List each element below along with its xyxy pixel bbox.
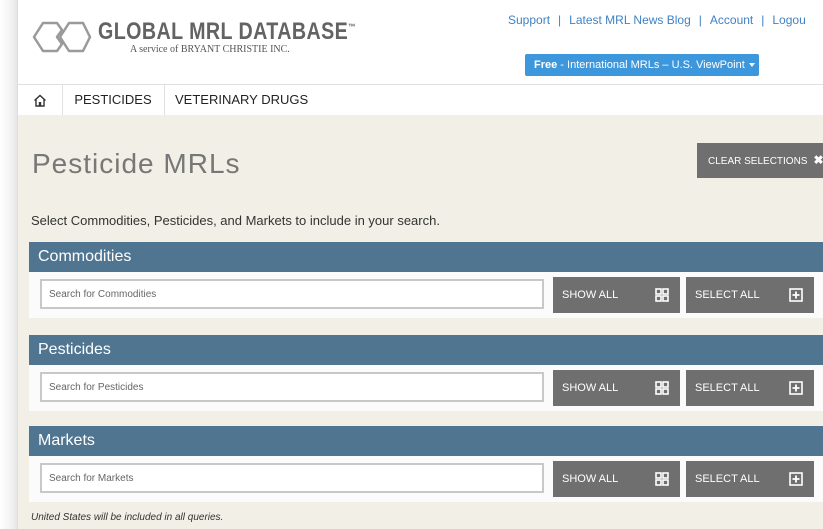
nav-home[interactable] — [18, 85, 63, 115]
window-frame: GLOBAL MRL DATABASE™ A service of BRYANT… — [0, 0, 823, 529]
pesticides-select-all-button[interactable]: SELECT ALL — [686, 370, 814, 406]
select-all-label: SELECT ALL — [695, 382, 760, 394]
support-link[interactable]: Support — [508, 13, 550, 27]
top-links: Support | Latest MRL News Blog | Account | Log… — [508, 13, 806, 27]
section-header-pesticides: Pesticides — [29, 335, 823, 365]
commodities-search-input[interactable] — [40, 279, 544, 309]
viewpoint-label: - International MRLs – U.S. ViewPoint — [557, 59, 745, 71]
commodities-show-all-button[interactable]: SHOW ALL — [553, 277, 680, 313]
markets-footnote: United States will be included in all qu… — [31, 512, 224, 523]
commodities-select-all-button[interactable]: SELECT ALL — [686, 277, 814, 313]
pesticides-search-input[interactable] — [40, 372, 544, 402]
close-icon: ✖ — [813, 153, 823, 167]
select-all-label: SELECT ALL — [695, 289, 760, 301]
logout-link[interactable]: Logou — [772, 13, 805, 27]
main-content: Pesticide MRLs CLEAR SELECTIONS ✖ Select … — [18, 115, 823, 529]
home-icon — [34, 94, 46, 107]
pesticides-show-all-button[interactable]: SHOW ALL — [553, 370, 680, 406]
show-all-label: SHOW ALL — [562, 473, 619, 485]
left-margin — [0, 0, 17, 529]
section-markets: SHOW ALL SELECT ALL — [29, 456, 823, 502]
select-all-label: SELECT ALL — [695, 473, 760, 485]
section-header-commodities: Commodities — [29, 242, 823, 272]
intro-text: Select Commodities, Pesticides, and Mark… — [31, 213, 440, 228]
section-header-markets: Markets — [29, 426, 823, 456]
news-blog-link[interactable]: Latest MRL News Blog — [569, 13, 691, 27]
clear-selections-label: CLEAR SELECTIONS — [708, 156, 808, 167]
viewpoint-dropdown[interactable]: Free - International MRLs – U.S. ViewPoi… — [525, 54, 759, 76]
show-all-label: SHOW ALL — [562, 289, 619, 301]
plus-square-icon — [789, 472, 803, 486]
nav-veterinary-drugs[interactable]: VETERINARY DRUGS — [175, 85, 308, 115]
show-all-label: SHOW ALL — [562, 382, 619, 394]
section-commodities: SHOW ALL SELECT ALL — [29, 272, 823, 318]
page-title: Pesticide MRLs — [32, 148, 241, 179]
markets-search-input[interactable] — [40, 463, 544, 493]
logo-subtitle: A service of BRYANT CHRISTIE INC. — [130, 44, 290, 55]
markets-show-all-button[interactable]: SHOW ALL — [553, 461, 680, 497]
grid-icon — [655, 472, 669, 486]
free-label: Free — [534, 59, 558, 71]
site-header: GLOBAL MRL DATABASE™ A service of BRYANT… — [18, 0, 823, 84]
grid-icon — [655, 288, 669, 302]
main-nav: PESTICIDES VETERINARY DRUGS — [18, 84, 823, 116]
clear-selections-button[interactable]: CLEAR SELECTIONS ✖ — [697, 143, 823, 178]
logo-title[interactable]: GLOBAL MRL DATABASE™ — [98, 18, 356, 46]
logo-icon — [32, 21, 92, 53]
section-pesticides: SHOW ALL SELECT ALL — [29, 365, 823, 411]
app: GLOBAL MRL DATABASE™ A service of BRYANT… — [17, 0, 823, 529]
nav-pesticides[interactable]: PESTICIDES — [62, 85, 165, 115]
plus-square-icon — [789, 288, 803, 302]
grid-icon — [655, 381, 669, 395]
caret-down-icon — [748, 63, 755, 68]
account-link[interactable]: Account — [710, 13, 753, 27]
markets-select-all-button[interactable]: SELECT ALL — [686, 461, 814, 497]
plus-square-icon — [789, 381, 803, 395]
